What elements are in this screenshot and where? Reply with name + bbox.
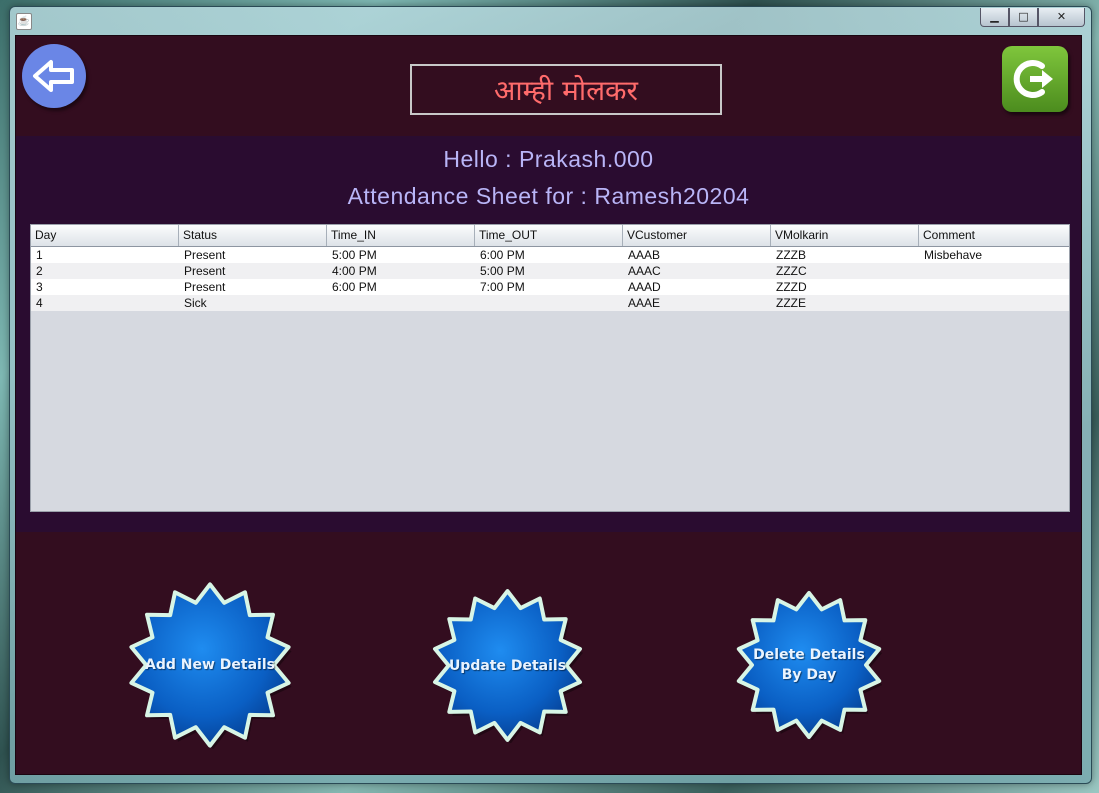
table-row[interactable]: 4 Sick AAAE ZZZE: [31, 295, 1069, 311]
cell-comment: [919, 279, 1069, 295]
cell-status: Present: [184, 264, 226, 278]
table-header: Day Status Time_IN Time_OUT VCustomer VM…: [31, 225, 1069, 247]
minimize-button[interactable]: ▁: [980, 8, 1009, 27]
cell-day: 3: [36, 280, 43, 294]
update-details-button[interactable]: Update Details: [430, 588, 585, 743]
cell-time-out: 6:00 PM: [480, 248, 525, 262]
brand-title: आम्ही मोलकर: [410, 64, 722, 115]
main-panel: आम्ही मोलकर Hello : Prakash.000 Attendan…: [15, 35, 1082, 775]
cell-time-out: 7:00 PM: [480, 280, 525, 294]
cell-status: Sick: [184, 296, 207, 310]
cell-day: 4: [36, 296, 43, 310]
app-window: ☕ ▁ □ ✕ आम्ही मोलकर Hello : Prakash.000 …: [9, 6, 1092, 784]
cell-time-in: 4:00 PM: [332, 264, 377, 278]
cell-vcustomer: AAAB: [628, 248, 661, 262]
java-app-icon: ☕: [16, 13, 32, 30]
cell-day: 1: [36, 248, 43, 262]
cell-time-in: [327, 295, 475, 311]
cell-vmolkarin: ZZZE: [776, 296, 806, 310]
maximize-button[interactable]: □: [1009, 8, 1038, 27]
cell-time-in: 5:00 PM: [332, 248, 377, 262]
add-new-details-button[interactable]: Add New Details: [126, 581, 294, 749]
table-row[interactable]: 3 Present 6:00 PM 7:00 PM AAAD ZZZD: [31, 279, 1069, 295]
column-header-time-out[interactable]: Time_OUT: [475, 225, 623, 246]
cell-vcustomer: AAAC: [628, 264, 661, 278]
logout-icon: [1013, 60, 1053, 98]
add-new-details-label: Add New Details: [145, 657, 275, 673]
table-row[interactable]: 2 Present 4:00 PM 5:00 PM AAAC ZZZC: [31, 263, 1069, 279]
column-header-vcustomer[interactable]: VCustomer: [623, 225, 771, 246]
cell-status: Present: [184, 248, 226, 262]
attendance-sheet-label: Attendance Sheet for : Ramesh20204: [347, 183, 750, 209]
delete-details-by-day-button[interactable]: Delete Details By Day: [734, 590, 884, 740]
cell-time-in: 6:00 PM: [332, 280, 377, 294]
delete-details-label: Delete Details By Day: [753, 647, 865, 683]
logout-button[interactable]: [1002, 46, 1068, 112]
cell-time-out: 5:00 PM: [480, 264, 525, 278]
cell-comment: Misbehave: [924, 248, 983, 262]
cell-vmolkarin: ZZZB: [776, 248, 806, 262]
attendance-table[interactable]: Day Status Time_IN Time_OUT VCustomer VM…: [30, 224, 1070, 512]
cell-vmolkarin: ZZZD: [776, 280, 807, 294]
back-button[interactable]: [22, 44, 86, 108]
cell-vcustomer: AAAD: [628, 280, 661, 294]
hello-label: Hello : Prakash.000: [443, 146, 654, 172]
arrow-left-icon: [33, 60, 74, 92]
update-details-label: Update Details: [448, 657, 567, 674]
column-header-time-in[interactable]: Time_IN: [327, 225, 475, 246]
cell-day: 2: [36, 264, 43, 278]
close-button[interactable]: ✕: [1038, 8, 1085, 27]
table-row[interactable]: 1 Present 5:00 PM 6:00 PM AAAB ZZZB Misb…: [31, 247, 1069, 263]
cell-comment: [919, 263, 1069, 279]
cell-status: Present: [184, 280, 226, 294]
cell-vcustomer: AAAE: [628, 296, 661, 310]
cell-comment: [919, 295, 1069, 311]
column-header-day[interactable]: Day: [31, 225, 179, 246]
cell-time-out: [475, 295, 623, 311]
column-header-comment[interactable]: Comment: [919, 225, 1069, 246]
title-bar: ☕ ▁ □ ✕: [10, 7, 1091, 35]
column-header-vmolkarin[interactable]: VMolkarin: [771, 225, 919, 246]
window-controls: ▁ □ ✕: [980, 8, 1085, 27]
attendance-section: Hello : Prakash.000 Attendance Sheet for…: [16, 136, 1081, 532]
column-header-status[interactable]: Status: [179, 225, 327, 246]
cell-vmolkarin: ZZZC: [776, 264, 807, 278]
